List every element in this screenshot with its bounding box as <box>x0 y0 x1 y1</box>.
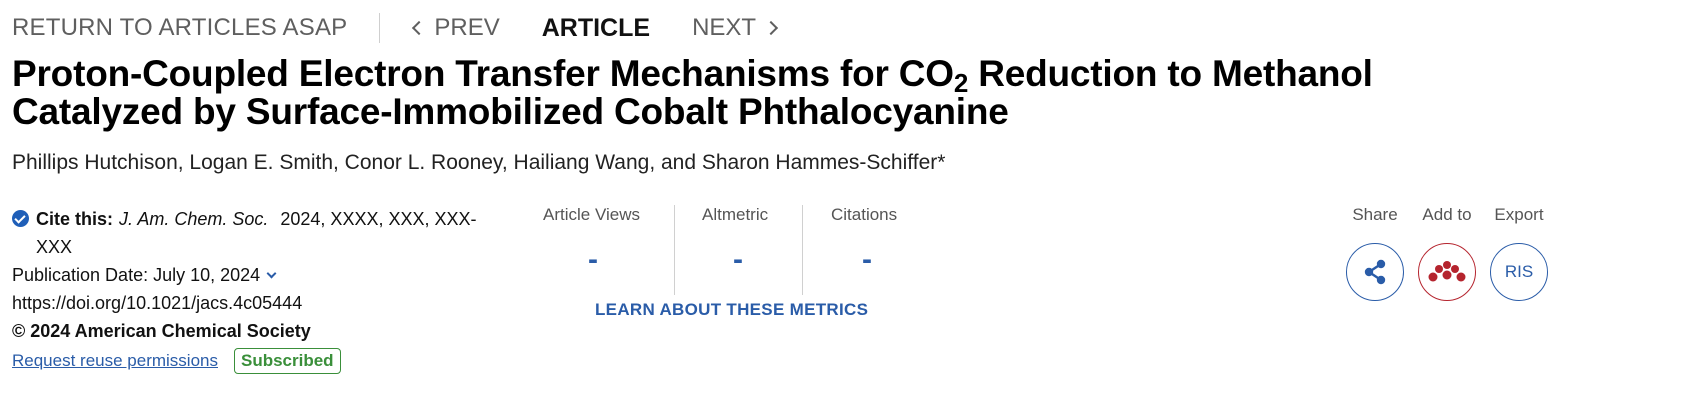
check-circle-icon <box>12 210 29 227</box>
nav-divider <box>379 13 381 43</box>
citations-value: - <box>862 243 872 276</box>
chevron-down-icon[interactable] <box>266 268 277 279</box>
share-icon <box>1364 259 1386 285</box>
reuse-row: Request reuse permissions Subscribed <box>12 347 512 375</box>
mendeley-icon <box>1428 261 1466 282</box>
return-to-articles-link[interactable]: RETURN TO ARTICLES ASAP <box>12 14 347 42</box>
request-reuse-permissions-link[interactable]: Request reuse permissions <box>12 347 218 375</box>
article-title: Proton-Coupled Electron Transfer Mechani… <box>12 55 1532 131</box>
action-buttons: RIS <box>1346 243 1548 301</box>
add-to-label: Add to <box>1422 205 1472 224</box>
cite-label: Cite this: <box>36 209 114 229</box>
ris-label: RIS <box>1504 262 1534 281</box>
title-part-1: Proton-Coupled Electron Transfer Mechani… <box>12 53 954 94</box>
article-navigation: RETURN TO ARTICLES ASAP PREV ARTICLE NEX… <box>12 12 779 44</box>
altmetric-label: Altmetric <box>702 205 769 224</box>
views-label: Article Views <box>543 205 640 224</box>
altmetric-value: - <box>733 243 743 276</box>
add-to-mendeley-button[interactable] <box>1418 243 1476 301</box>
publication-date: Publication Date: July 10, 2024 <box>12 261 512 289</box>
article-actions: Share Add to Export RIS <box>1346 205 1548 301</box>
journal-name: J. Am. Chem. Soc. <box>119 209 269 229</box>
chevron-right-icon <box>764 20 779 36</box>
chevron-left-icon <box>412 20 427 36</box>
views-value: - <box>588 243 598 276</box>
metric-citations: Citations - <box>802 205 922 295</box>
copyright-notice: © 2024 American Chemical Society <box>12 321 311 341</box>
article-metrics: Article Views - Altmetric - Citations - <box>543 205 922 295</box>
citation-block: Cite this: J. Am. Chem. Soc. 2024, XXXX, X… <box>12 205 512 375</box>
share-label: Share <box>1352 205 1398 224</box>
cite-line: Cite this: J. Am. Chem. Soc. 2024, XXXX, X… <box>12 205 512 261</box>
action-labels: Share Add to Export <box>1346 205 1548 225</box>
prev-label: PREV <box>434 14 500 41</box>
export-label: Export <box>1494 205 1544 224</box>
author-list: Phillips Hutchison, Logan E. Smith, Cono… <box>12 151 946 174</box>
prev-article-link[interactable]: PREV <box>410 14 500 42</box>
next-article-link[interactable]: NEXT <box>692 14 779 42</box>
metric-altmetric: Altmetric - <box>674 205 802 295</box>
next-label: NEXT <box>692 14 757 41</box>
learn-about-metrics-link[interactable]: LEARN ABOUT THESE METRICS <box>595 300 868 320</box>
subscribed-badge: Subscribed <box>233 348 341 374</box>
current-tab-article: ARTICLE <box>541 13 651 42</box>
export-ris-button[interactable]: RIS <box>1490 243 1548 301</box>
share-button[interactable] <box>1346 243 1404 301</box>
publication-date-text: Publication Date: July 10, 2024 <box>12 265 261 285</box>
citations-label: Citations <box>831 205 898 224</box>
metric-article-views: Article Views - <box>543 205 674 295</box>
doi-link[interactable]: https://doi.org/10.1021/jacs.4c05444 <box>12 289 512 317</box>
